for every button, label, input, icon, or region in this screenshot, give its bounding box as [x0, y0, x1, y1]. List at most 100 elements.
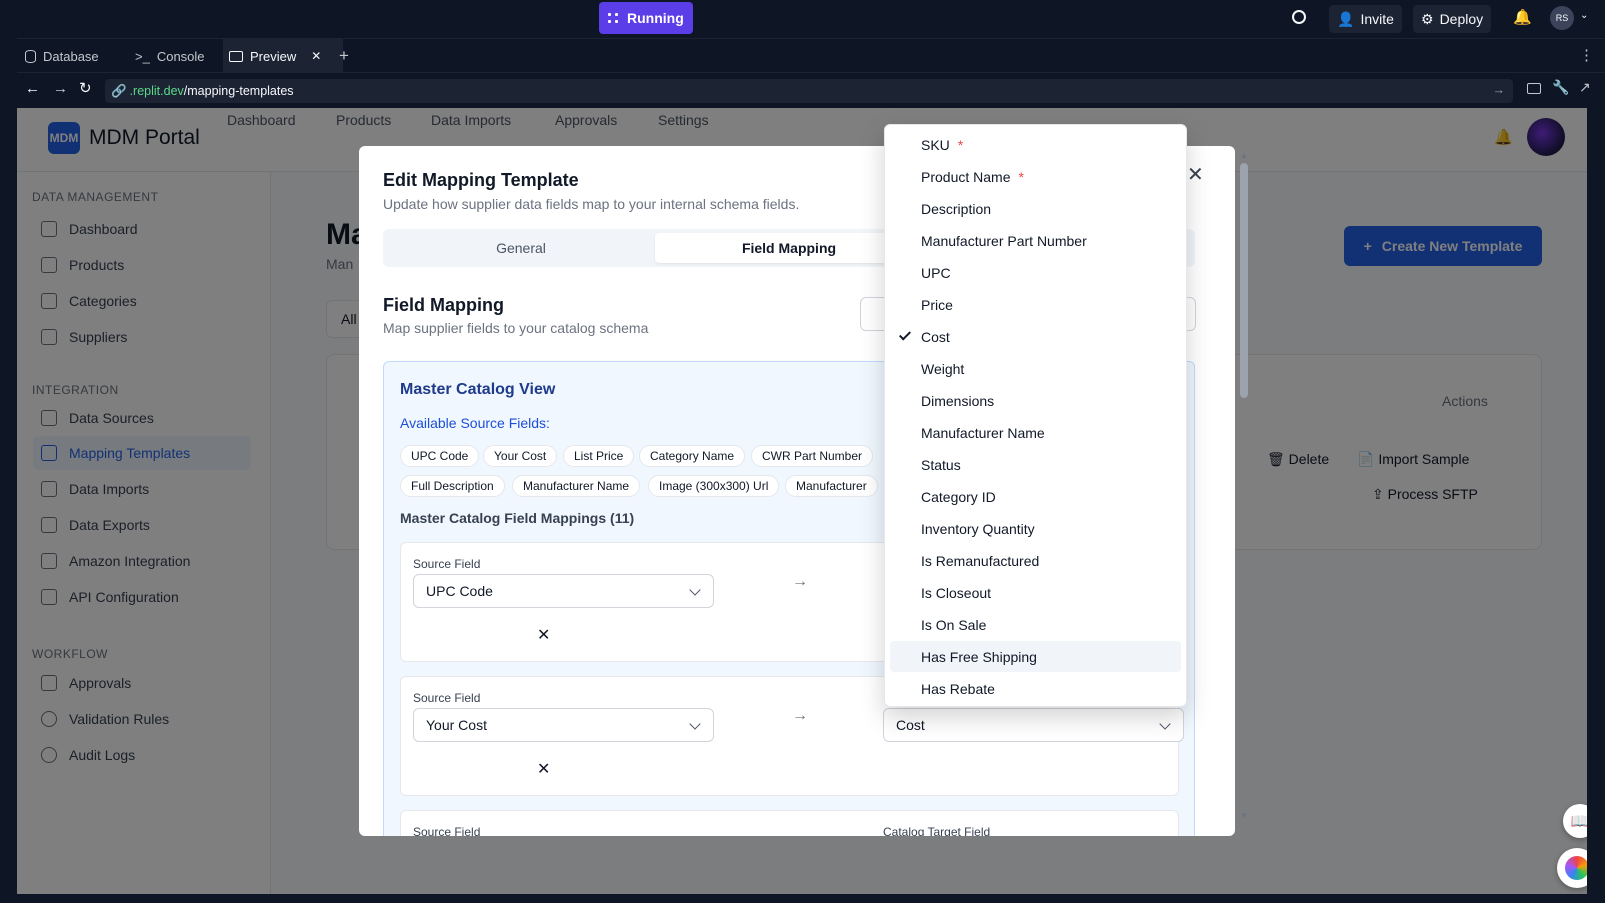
deploy-button[interactable]: ⚙ Deploy — [1413, 5, 1492, 33]
option-is-on-sale[interactable]: Is On Sale — [890, 609, 1181, 640]
chevron-down-icon — [1159, 718, 1171, 730]
available-fields-label: Available Source Fields: — [400, 415, 550, 431]
add-tab-icon[interactable]: + — [339, 46, 349, 66]
back-icon[interactable]: ← — [25, 80, 40, 97]
bell-icon[interactable]: 🔔 — [1513, 8, 1532, 26]
mapping-arrow: → — [792, 707, 808, 724]
remove-mapping-button[interactable]: ✕ — [537, 759, 550, 779]
option-price[interactable]: Price — [890, 289, 1181, 320]
chevron-down-icon[interactable]: ⌄ — [1580, 10, 1588, 21]
section-subtitle: Map supplier fields to your catalog sche… — [383, 320, 649, 336]
source-chip[interactable]: Manufacturer — [785, 475, 878, 497]
option-label: Has Rebate — [921, 680, 995, 697]
option-label: Status — [921, 456, 961, 473]
tab-label: Console — [156, 48, 205, 64]
reload-icon[interactable]: ↻ — [79, 79, 92, 97]
option-inventory-quantity[interactable]: Inventory Quantity — [890, 513, 1181, 544]
tab-database[interactable]: Database — [19, 39, 105, 73]
remove-mapping-button[interactable]: ✕ — [537, 625, 550, 645]
option-status[interactable]: Status — [890, 449, 1181, 480]
option-label: Cost — [921, 328, 950, 345]
replit-topbar: Running 👤 Invite ⚙ Deploy 🔔 RS ⌄ — [0, 0, 1605, 38]
external-link-icon[interactable]: ↗ — [1579, 79, 1591, 96]
option-label: Price — [921, 296, 953, 313]
option-label: Is On Sale — [921, 616, 987, 633]
devices-icon[interactable] — [1527, 83, 1541, 94]
tab-field-mapping[interactable]: Field Mapping — [655, 233, 923, 263]
chevron-down-icon — [689, 584, 701, 596]
tab-label: General — [496, 240, 546, 256]
option-product-name[interactable]: Product Name * — [890, 161, 1181, 192]
option-manufacturer-part-number[interactable]: Manufacturer Part Number — [890, 225, 1181, 256]
required-marker: * — [1018, 168, 1024, 185]
scroll-up-icon[interactable]: ▲ — [1240, 151, 1248, 160]
option-label: Dimensions — [921, 392, 995, 409]
option-label: UPC — [921, 264, 951, 281]
option-has-rebate[interactable]: Has Rebate — [890, 673, 1181, 704]
option-label: Product Name — [921, 168, 1011, 185]
option-label: Has Free Shipping — [921, 648, 1037, 665]
deploy-icon: ⚙ — [1421, 10, 1434, 27]
wrench-icon[interactable]: 🔧 — [1552, 79, 1569, 96]
assistant-icon — [1565, 856, 1587, 880]
option-label: Is Remanufactured — [921, 552, 1040, 569]
url-domain: .replit.dev — [129, 84, 184, 98]
run-button[interactable]: Running — [599, 2, 693, 34]
option-label: Manufacturer Part Number — [921, 232, 1087, 249]
source-chip[interactable]: UPC Code — [400, 445, 480, 467]
source-field-select[interactable]: Your Cost — [413, 708, 714, 742]
option-cost[interactable]: Cost — [890, 321, 1181, 352]
app-preview: MDM MDM Portal Dashboard Products Data I… — [17, 108, 1587, 894]
source-chip[interactable]: Category Name — [639, 445, 746, 467]
source-field-label: Source Field — [413, 691, 481, 705]
go-icon[interactable]: → — [1493, 83, 1506, 97]
source-chip[interactable]: Full Description — [400, 475, 505, 497]
source-chip[interactable]: Your Cost — [483, 445, 558, 467]
option-has-free-shipping[interactable]: Has Free Shipping — [890, 641, 1181, 672]
workspace-tabbar: Database >_ Console Preview ✕ + ⋮ — [17, 38, 1605, 73]
scroll-thumb[interactable] — [1240, 163, 1248, 398]
add-user-icon: 👤 — [1337, 10, 1355, 27]
modal-scrollbar[interactable]: ▲ ▼ — [1239, 151, 1249, 823]
target-field-label: Catalog Target Field — [883, 825, 991, 836]
close-icon[interactable]: ✕ — [311, 49, 321, 63]
option-upc[interactable]: UPC — [890, 257, 1181, 288]
option-category-id[interactable]: Category ID — [890, 481, 1181, 512]
option-is-remanufactured[interactable]: Is Remanufactured — [890, 545, 1181, 576]
avatar-initials: RS — [1555, 13, 1569, 23]
tab-console[interactable]: >_ Console — [129, 39, 211, 73]
option-description[interactable]: Description — [890, 193, 1181, 224]
modal-title: Edit Mapping Template — [383, 170, 579, 190]
source-chip[interactable]: Image (300x300) Url — [648, 475, 780, 497]
source-chip[interactable]: Manufacturer Name — [512, 475, 641, 497]
option-manufacturer-name[interactable]: Manufacturer Name — [890, 417, 1181, 448]
tab-preview[interactable]: Preview ✕ — [223, 39, 343, 73]
url-input[interactable]: 🔗 .replit.dev /mapping-templates → — [105, 79, 1513, 103]
option-is-closeout[interactable]: Is Closeout — [890, 577, 1181, 608]
source-chip[interactable]: CWR Part Number — [751, 445, 874, 467]
tab-general[interactable]: General — [387, 233, 655, 263]
target-field-select[interactable]: Cost — [883, 708, 1184, 742]
more-icon[interactable]: ⋮ — [1579, 46, 1594, 64]
option-label: Manufacturer Name — [921, 424, 1045, 441]
master-catalog-title: Master Catalog View — [400, 381, 556, 398]
user-avatar[interactable]: RS — [1550, 6, 1574, 30]
invite-button[interactable]: 👤 Invite — [1329, 5, 1402, 33]
option-label: SKU — [921, 136, 950, 153]
target-field-dropdown: SKU * Product Name * Description Manufactu… — [884, 124, 1187, 707]
source-chip[interactable]: List Price — [563, 445, 635, 467]
option-weight[interactable]: Weight — [890, 353, 1181, 384]
link-icon: 🔗 — [111, 83, 127, 98]
mappings-count-title: Master Catalog Field Mappings (11) — [400, 510, 635, 526]
close-icon[interactable]: ✕ — [1187, 162, 1204, 187]
source-field-label: Source Field — [413, 825, 481, 836]
option-dimensions[interactable]: Dimensions — [890, 385, 1181, 416]
scroll-down-icon[interactable]: ▼ — [1240, 811, 1248, 820]
source-field-select[interactable]: UPC Code — [413, 574, 714, 608]
option-sku[interactable]: SKU * — [890, 129, 1181, 160]
preview-urlbar: ← → ↻ 🔗 .replit.dev /mapping-templates →… — [17, 72, 1605, 108]
forward-icon[interactable]: → — [53, 80, 68, 97]
modal-subtitle: Update how supplier data fields map to y… — [383, 196, 800, 212]
search-icon[interactable] — [1292, 10, 1306, 24]
invite-label: Invite — [1360, 11, 1394, 27]
